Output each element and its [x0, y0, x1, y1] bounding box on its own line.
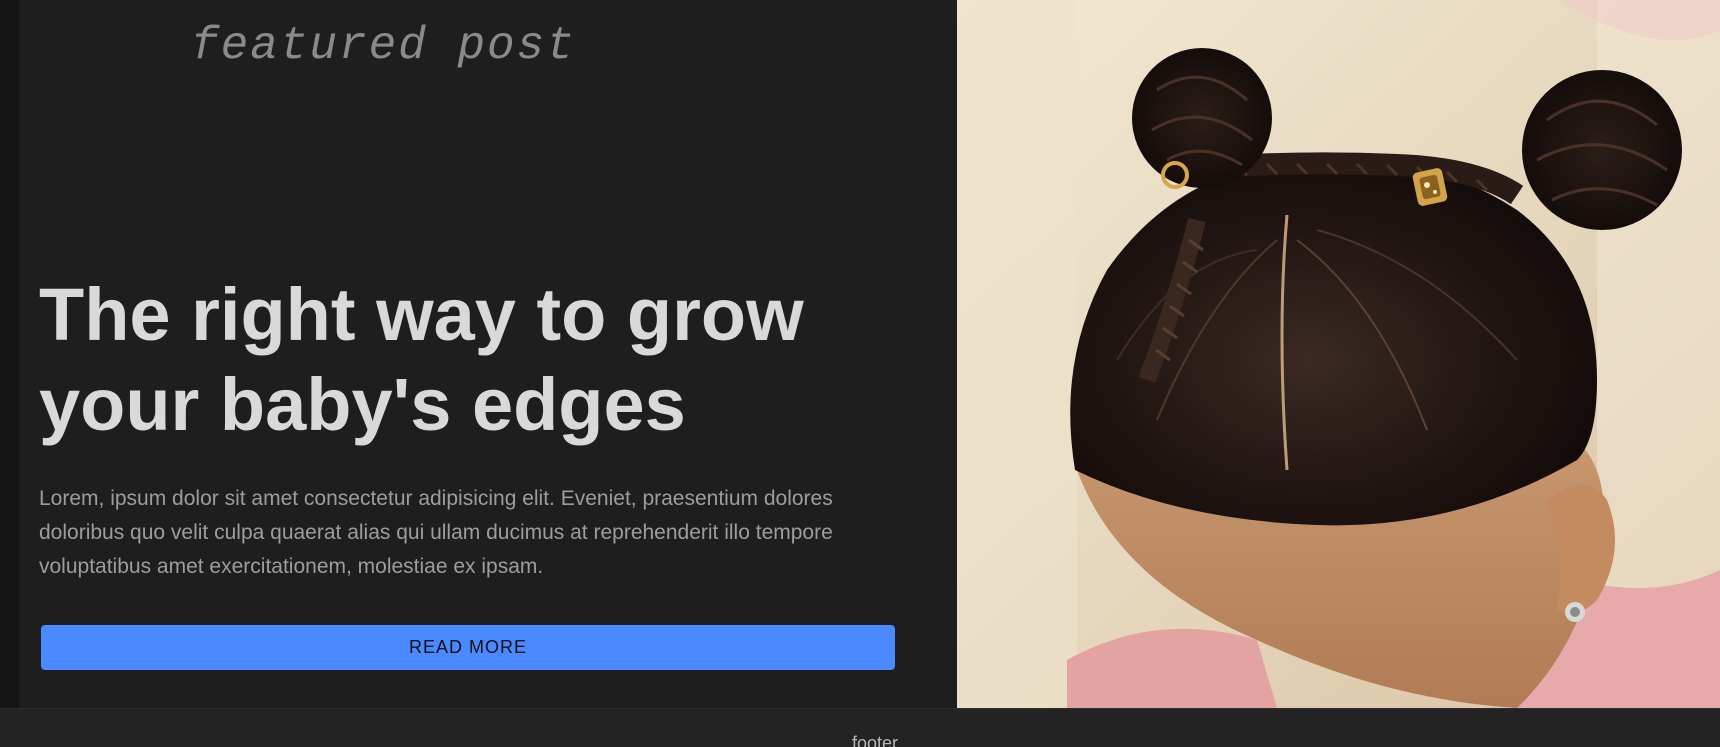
- featured-post-excerpt: Lorem, ipsum dolor sit amet consectetur …: [39, 487, 833, 578]
- featured-post-content: featured post The right way to grow your…: [19, 0, 957, 708]
- featured-post-section: featured post The right way to grow your…: [19, 0, 1720, 708]
- child-hair-photo: [957, 0, 1720, 708]
- read-more-button[interactable]: READ MORE: [41, 625, 895, 670]
- featured-post-title: The right way to grow your baby's edges: [39, 273, 804, 446]
- featured-post-label: featured post: [191, 20, 576, 72]
- footer-label: footer: [851, 733, 899, 747]
- site-footer: footer: [0, 708, 1720, 747]
- featured-post-image: [957, 0, 1720, 708]
- page: featured post The right way to grow your…: [0, 0, 1720, 747]
